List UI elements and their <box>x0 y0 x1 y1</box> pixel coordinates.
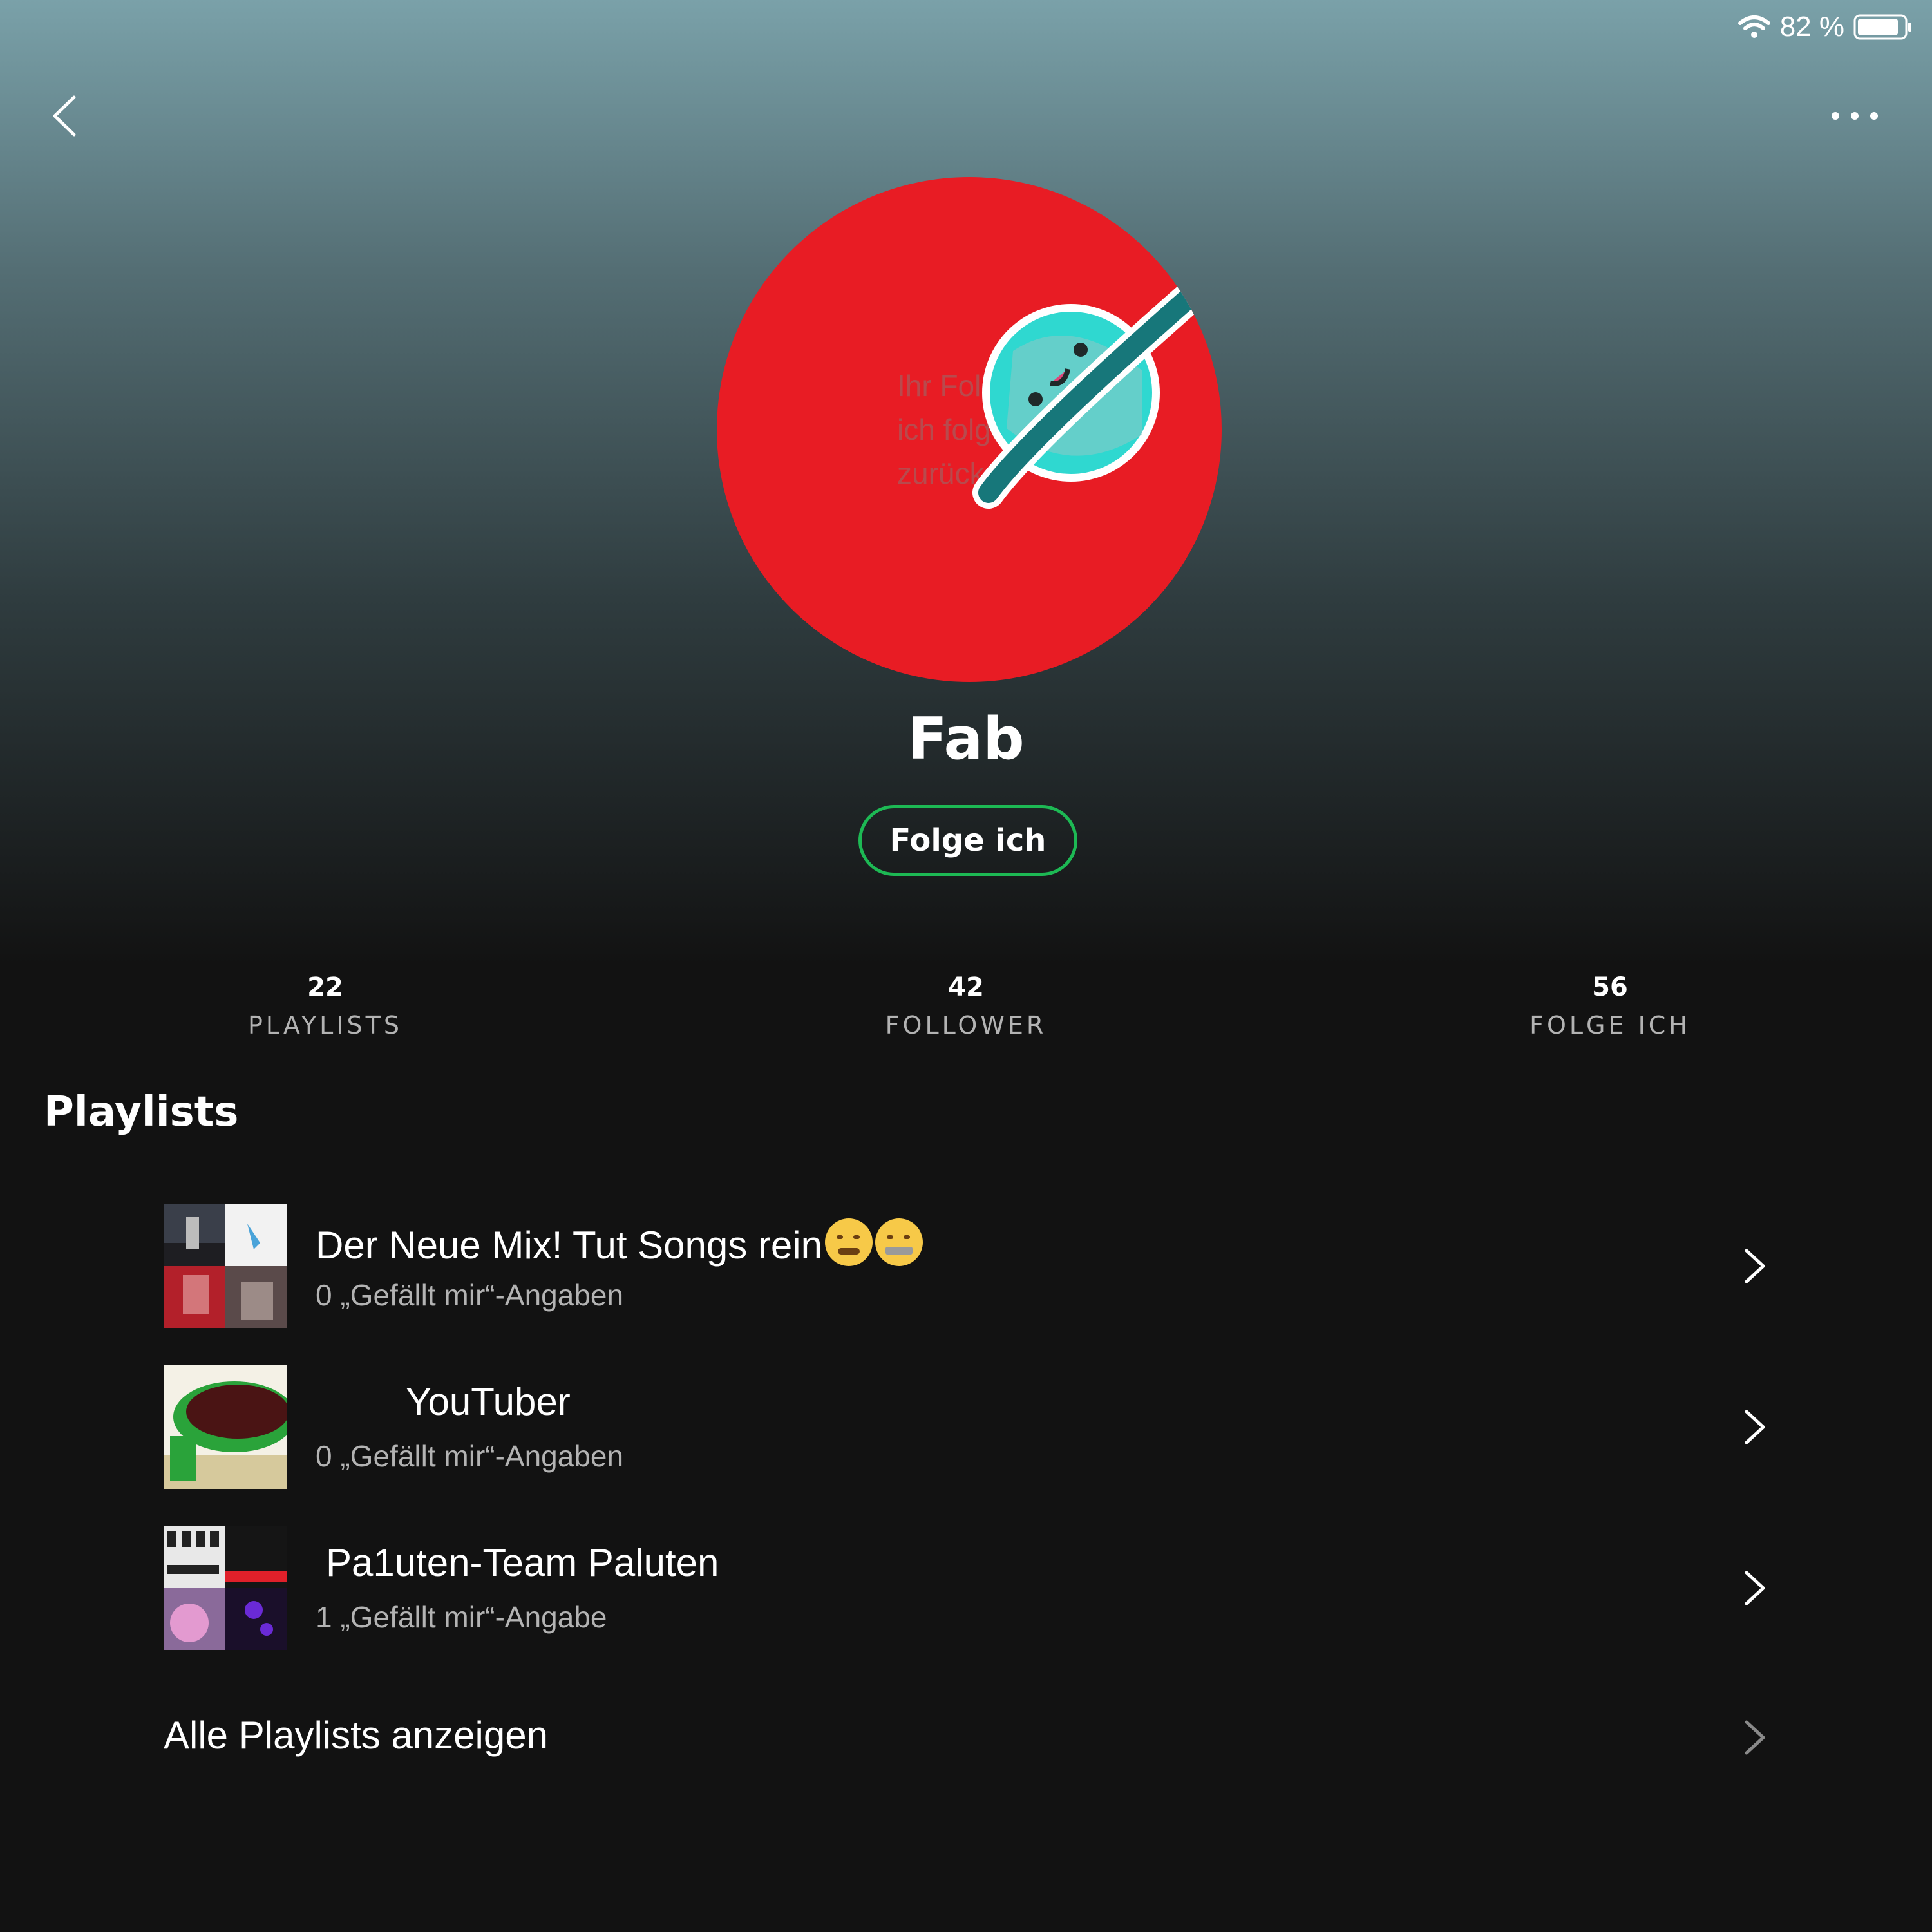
profile-name: Fab <box>907 705 1025 773</box>
stat-value: 56 <box>1592 972 1628 1002</box>
playlist-title: YouTuber <box>406 1380 571 1423</box>
playlist-title: Pa1uten-Team Paluten <box>326 1541 719 1584</box>
playlist-cover <box>164 1526 287 1650</box>
playlist-likes: 1 „Gefällt mir“-Angabe <box>316 1600 607 1634</box>
follow-button[interactable]: Folge ich <box>858 805 1077 876</box>
playlist-cover <box>164 1365 287 1489</box>
stat-value: 22 <box>307 972 343 1002</box>
chevron-right-icon <box>1745 1249 1765 1283</box>
playlist-title-text: Der Neue Mix! Tut Songs rein <box>316 1224 823 1267</box>
more-options-button[interactable] <box>1816 90 1893 142</box>
stat-label: FOLLOWER <box>885 1011 1047 1039</box>
playlist-row[interactable]: YouTuber 0 „Gefällt mir“-Angaben <box>164 1365 1774 1489</box>
status-bar: 82 % <box>1738 9 1913 45</box>
chevron-right-icon <box>1745 1720 1765 1755</box>
battery-icon <box>1853 14 1911 40</box>
chevron-right-icon <box>1745 1571 1765 1605</box>
playlist-likes: 0 „Gefällt mir“-Angaben <box>316 1439 624 1473</box>
show-all-label: Alle Playlists anzeigen <box>164 1714 548 1757</box>
stat-label: FOLGE ICH <box>1530 1011 1690 1039</box>
playlist-likes: 0 „Gefällt mir“-Angaben <box>316 1278 624 1312</box>
planet-image <box>972 283 1203 509</box>
section-title-playlists: Playlists <box>44 1088 239 1136</box>
playlist-row[interactable]: Der Neue Mix! Tut Songs rein 0 „Gefällt … <box>164 1204 1774 1328</box>
playlist-title: Der Neue Mix! Tut Songs rein <box>316 1218 923 1267</box>
profile-stats: 22 PLAYLISTS 42 FOLLOWER 56 FOLGE ICH <box>0 972 1932 1050</box>
battery-percentage: 82 % <box>1779 11 1844 43</box>
more-horizontal-icon <box>1832 112 1878 120</box>
playlist-row[interactable]: Pa1uten-Team Paluten 1 „Gefällt mir“-Ang… <box>164 1526 1774 1650</box>
chevron-right-icon <box>1745 1410 1765 1444</box>
stat-following[interactable]: 56 FOLGE ICH <box>1449 972 1771 1039</box>
profile-screen: 82 % Ihr Folgt ich folge zurück Fab Folg… <box>0 0 1932 1932</box>
wifi-icon <box>1738 15 1770 38</box>
drooling-face-emoji-icon <box>825 1218 873 1266</box>
show-all-playlists-link[interactable]: Alle Playlists anzeigen <box>164 1707 1774 1765</box>
stat-playlists[interactable]: 22 PLAYLISTS <box>164 972 486 1039</box>
stat-followers[interactable]: 42 FOLLOWER <box>805 972 1127 1039</box>
playlist-cover <box>164 1204 287 1328</box>
chevron-left-icon <box>53 95 76 137</box>
back-button[interactable] <box>39 90 90 142</box>
zipper-mouth-face-emoji-icon <box>875 1218 923 1266</box>
avatar: Ihr Folgt ich folge zurück <box>717 177 1222 682</box>
stat-value: 42 <box>948 972 984 1002</box>
stat-label: PLAYLISTS <box>247 1011 403 1039</box>
